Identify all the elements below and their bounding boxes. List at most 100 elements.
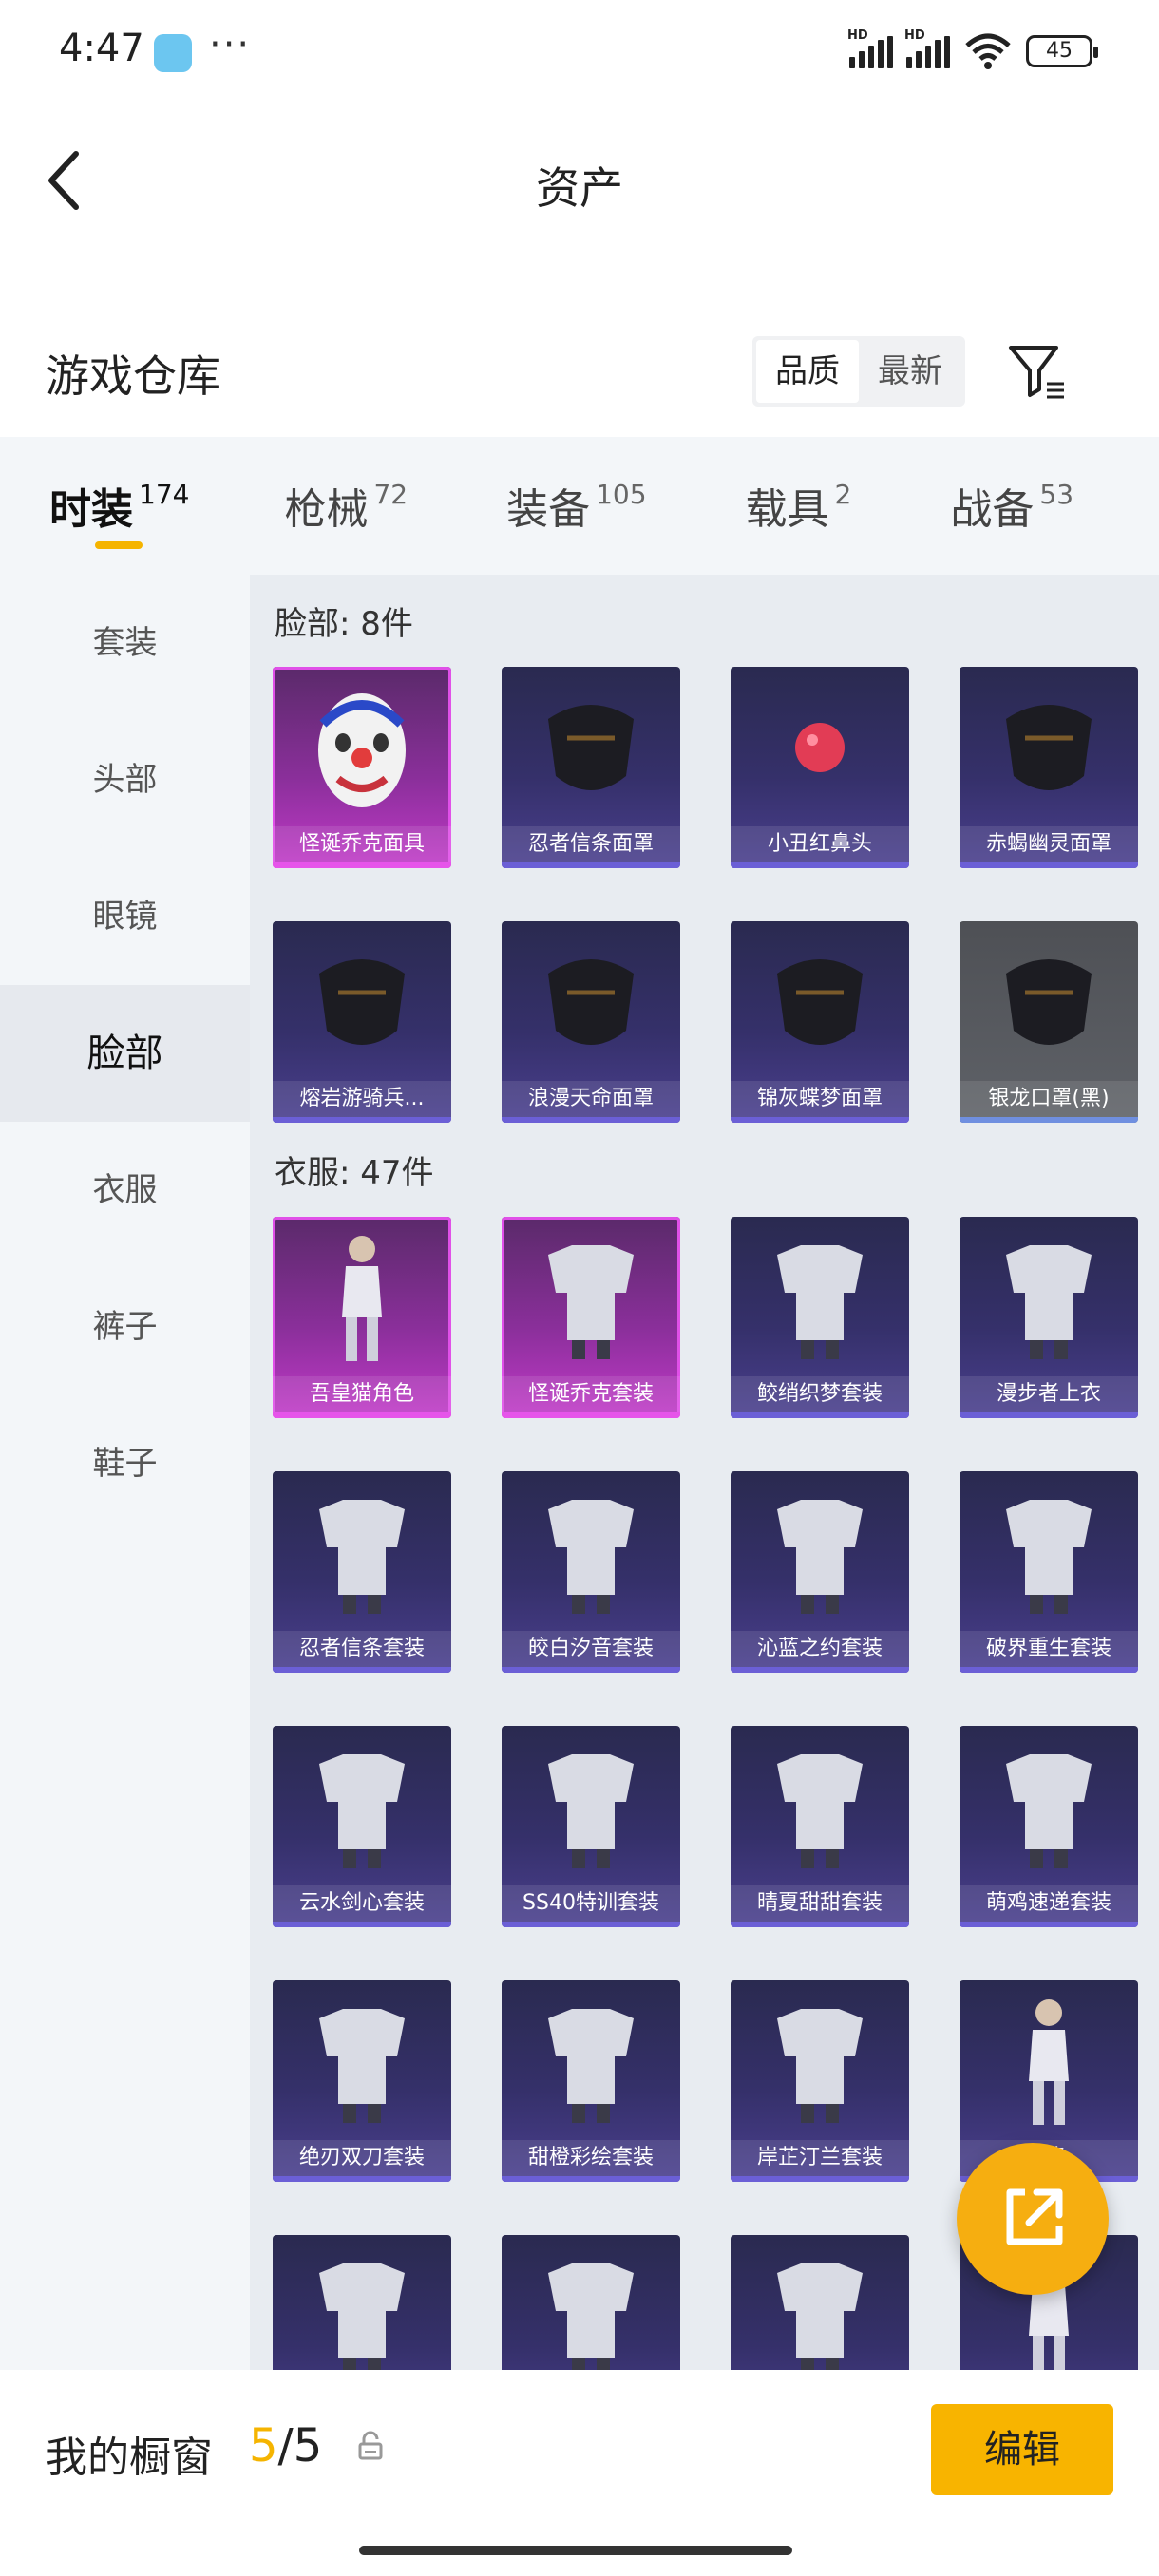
item-card[interactable]: 小丑红鼻头: [731, 667, 909, 868]
orange-outfit-icon: [502, 1980, 680, 2142]
item-card[interactable]: 锦灰蝶梦面罩: [731, 921, 909, 1123]
item-card[interactable]: 绝刃双刀套装: [273, 1980, 451, 2182]
chicken-outfit-icon: [960, 1726, 1138, 1887]
item-name: 破界重生套装: [960, 1631, 1138, 1667]
sort-newest-button[interactable]: 最新: [859, 340, 961, 403]
item-card[interactable]: 甜橙彩绘套装: [502, 1980, 680, 2182]
item-card[interactable]: 云水剑心套装: [273, 1726, 451, 1927]
item-name: 晴夏甜甜套装: [731, 1885, 909, 1922]
fairy-character-icon: [960, 1980, 1138, 2142]
item-card[interactable]: 晴夏甜甜套装: [731, 1726, 909, 1927]
item-name: 皎白汐音套装: [502, 1631, 680, 1667]
item-card[interactable]: 忍者信条面罩: [502, 667, 680, 868]
item-card[interactable]: 沁蓝之约套装: [731, 1471, 909, 1673]
item-card[interactable]: 银龙口罩(黑): [960, 921, 1138, 1123]
summer-outfit-icon: [731, 1726, 909, 1887]
tab-guns[interactable]: 枪械 72: [284, 437, 408, 575]
sidebar-item-clothes[interactable]: 衣服: [0, 1122, 250, 1259]
item-card[interactable]: 破界重生套装: [960, 1471, 1138, 1673]
home-indicator: [359, 2546, 792, 2555]
item-name: 岸芷汀兰套装: [731, 2140, 909, 2176]
item-name: 云水剑心套装: [273, 1885, 451, 1922]
item-card[interactable]: 忍者信条套装: [273, 1471, 451, 1673]
tab-supplies[interactable]: 战备 53: [950, 437, 1074, 575]
red-nose-icon: [731, 667, 909, 828]
battery-icon: 45: [1026, 35, 1098, 67]
sidebar-item-glasses[interactable]: 眼镜: [0, 848, 250, 985]
jacket-icon: [960, 1217, 1138, 1378]
dragon-facemask-icon: [960, 921, 1138, 1083]
outfit-icon: [502, 2235, 680, 2370]
item-name: 忍者信条面罩: [502, 826, 680, 862]
ninja-mask-icon: [502, 667, 680, 828]
item-name: 怪诞乔克套装: [502, 1376, 680, 1412]
item-name: 熔岩游骑兵...: [273, 1081, 451, 1117]
item-card[interactable]: 怪诞乔克面具: [273, 667, 451, 868]
item-card[interactable]: 鲛绡织梦套装: [731, 1217, 909, 1418]
butterfly-mask-icon: [731, 921, 909, 1083]
share-button[interactable]: [957, 2143, 1109, 2295]
dream-outfit-icon: [731, 1217, 909, 1378]
active-tab-indicator: [95, 541, 142, 549]
item-card[interactable]: 岸芷汀兰套装: [731, 1980, 909, 2182]
item-card[interactable]: [731, 2235, 909, 2370]
orchid-outfit-icon: [731, 1980, 909, 2142]
item-card[interactable]: 浪漫天命面罩: [502, 921, 680, 1123]
item-card[interactable]: 萌鸡速递套装: [960, 1726, 1138, 1927]
tab-equipment[interactable]: 装备 105: [506, 437, 646, 575]
tab-fashion[interactable]: 时装 174: [49, 437, 189, 575]
item-card[interactable]: [273, 2235, 451, 2370]
more-notifications-icon: ···: [209, 23, 252, 66]
status-bar: 4:47 ··· HD HD 45: [0, 0, 1159, 104]
item-card[interactable]: [502, 2235, 680, 2370]
sidebar-item-set[interactable]: 套装: [0, 575, 250, 711]
ninja-outfit-icon: [273, 1471, 451, 1633]
warehouse-header: 游戏仓库 品质 最新: [0, 313, 1159, 427]
showcase-label: 我的橱窗: [46, 2434, 213, 2482]
item-name: 怪诞乔克面具: [273, 826, 451, 862]
sidebar-item-head[interactable]: 头部: [0, 711, 250, 848]
category-tabs: 时装 174 枪械 72 装备 105 载具 2 战备 53: [0, 437, 1159, 575]
tab-vehicles[interactable]: 载具 2: [746, 437, 852, 575]
item-name: 吾皇猫角色: [273, 1376, 451, 1412]
wifi-icon: [965, 33, 1011, 69]
sidebar-item-pants[interactable]: 裤子: [0, 1259, 250, 1395]
item-card[interactable]: 熔岩游骑兵...: [273, 921, 451, 1123]
external-link-icon: [1006, 2188, 1063, 2245]
tab-label: 时装: [49, 485, 133, 534]
item-card[interactable]: SS40特训套装: [502, 1726, 680, 1927]
item-name: 漫步者上衣: [960, 1376, 1138, 1412]
rebirth-outfit-icon: [960, 1471, 1138, 1633]
item-name: 银龙口罩(黑): [960, 1081, 1138, 1117]
sidebar-item-face[interactable]: 脸部: [0, 985, 250, 1122]
outfit-icon: [731, 2235, 909, 2370]
clown-mask-icon: [273, 667, 451, 828]
item-list: 脸部: 8件 怪诞乔克面具 忍者信条面罩 小丑红鼻头 赤蝎幽灵面罩 熔岩游骑兵... 浪漫…: [250, 575, 1159, 2370]
signal-icon: HD: [847, 28, 893, 68]
item-name: SS40特训套装: [502, 1885, 680, 1922]
cat-character-icon: [273, 1217, 451, 1378]
item-card[interactable]: 皎白汐音套装: [502, 1471, 680, 1673]
item-card[interactable]: 漫步者上衣: [960, 1217, 1138, 1418]
white-outfit-icon: [502, 1471, 680, 1633]
tab-count: 174: [139, 479, 190, 510]
item-name: 赤蝎幽灵面罩: [960, 826, 1138, 862]
sidebar-item-shoes[interactable]: 鞋子: [0, 1395, 250, 1532]
filter-icon[interactable]: [1005, 340, 1068, 403]
item-card[interactable]: 吾皇猫角色: [273, 1217, 451, 1418]
item-name: 鲛绡织梦套装: [731, 1376, 909, 1412]
item-card[interactable]: 怪诞乔克套装: [502, 1217, 680, 1418]
sort-quality-button[interactable]: 品质: [756, 340, 859, 403]
tab-count: 53: [1039, 479, 1074, 510]
tab-label: 战备: [950, 485, 1035, 534]
item-card[interactable]: 赤蝎幽灵面罩: [960, 667, 1138, 868]
romance-mask-icon: [502, 921, 680, 1083]
item-name: 萌鸡速递套装: [960, 1885, 1138, 1922]
item-name: 甜橙彩绘套装: [502, 2140, 680, 2176]
tab-label: 装备: [506, 485, 591, 534]
scorpion-mask-icon: [960, 667, 1138, 828]
hoodie-icon: [273, 2235, 451, 2370]
edit-button[interactable]: 编辑: [931, 2404, 1113, 2495]
showcase-count: 5/5: [249, 2419, 322, 2472]
section-title-clothes: 衣服: 47件: [275, 1154, 434, 1192]
